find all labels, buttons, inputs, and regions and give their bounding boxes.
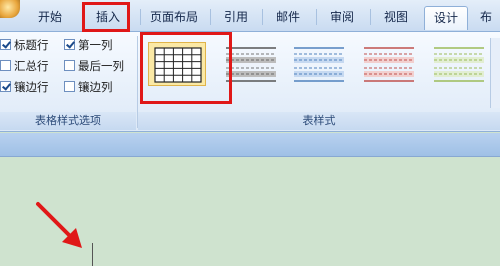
gallery-scroll-bar[interactable]: [490, 38, 500, 108]
tab-home[interactable]: 开始: [24, 6, 76, 30]
tab-review[interactable]: 审阅: [320, 6, 364, 30]
tab-layout[interactable]: 布: [474, 6, 500, 30]
highlight-box-table-style: [140, 32, 232, 104]
table-style-thumbnail-red[interactable]: [360, 42, 418, 86]
checkbox-banded-rows[interactable]: 镶边行: [0, 78, 49, 96]
tab-mailings[interactable]: 邮件: [266, 6, 310, 30]
table-style-thumbnail-blue[interactable]: [290, 42, 348, 86]
ribbon-panel: 标题行 第一列 汇总行 最后一列 镶边行 镶边列 表格样式选项 表样式: [0, 32, 500, 132]
checkbox-box[interactable]: [0, 60, 11, 71]
ribbon-tab-bar: 开始 插入 页面布局 引用 邮件 审阅 视图 设计 布: [0, 0, 500, 32]
ribbon-bottom-bar: [0, 133, 500, 157]
checkbox-box[interactable]: [0, 81, 11, 92]
table-style-blue-icon: [294, 47, 344, 82]
tab-separator: [262, 9, 263, 25]
checkbox-banded-columns[interactable]: 镶边列: [64, 78, 113, 96]
checkbox-label: 标题行: [14, 38, 49, 52]
table-style-red-icon: [364, 47, 414, 82]
highlight-box-insert-tab: [82, 2, 130, 32]
checkbox-label: 最后一列: [78, 59, 124, 73]
text-cursor: [92, 243, 93, 266]
checkbox-first-column[interactable]: 第一列: [64, 36, 113, 54]
checkbox-label: 镶边列: [78, 80, 113, 94]
checkbox-total-row[interactable]: 汇总行: [0, 57, 49, 75]
checkbox-label: 汇总行: [14, 59, 49, 73]
checkbox-box[interactable]: [64, 39, 75, 50]
tab-separator: [140, 9, 141, 25]
tab-separator: [370, 9, 371, 25]
checkbox-header-row[interactable]: 标题行: [0, 36, 49, 54]
tab-references[interactable]: 引用: [214, 6, 258, 30]
group-label-table-styles: 表样式: [138, 112, 500, 130]
group-label-table-style-options: 表格样式选项: [0, 112, 136, 130]
tab-view[interactable]: 视图: [374, 6, 418, 30]
checkbox-label: 镶边行: [14, 80, 49, 94]
table-style-green-icon: [434, 47, 484, 82]
checkbox-box[interactable]: [64, 81, 75, 92]
tab-design[interactable]: 设计: [424, 6, 468, 30]
office-button[interactable]: [0, 0, 20, 18]
checkbox-label: 第一列: [78, 38, 113, 52]
tab-separator: [210, 9, 211, 25]
checkbox-box[interactable]: [64, 60, 75, 71]
checkbox-last-column[interactable]: 最后一列: [64, 57, 124, 75]
tab-page-layout[interactable]: 页面布局: [142, 6, 206, 30]
red-arrow-icon: [36, 202, 82, 248]
table-style-thumbnail-green[interactable]: [430, 42, 488, 86]
tab-separator: [316, 9, 317, 25]
checkbox-box[interactable]: [0, 39, 11, 50]
